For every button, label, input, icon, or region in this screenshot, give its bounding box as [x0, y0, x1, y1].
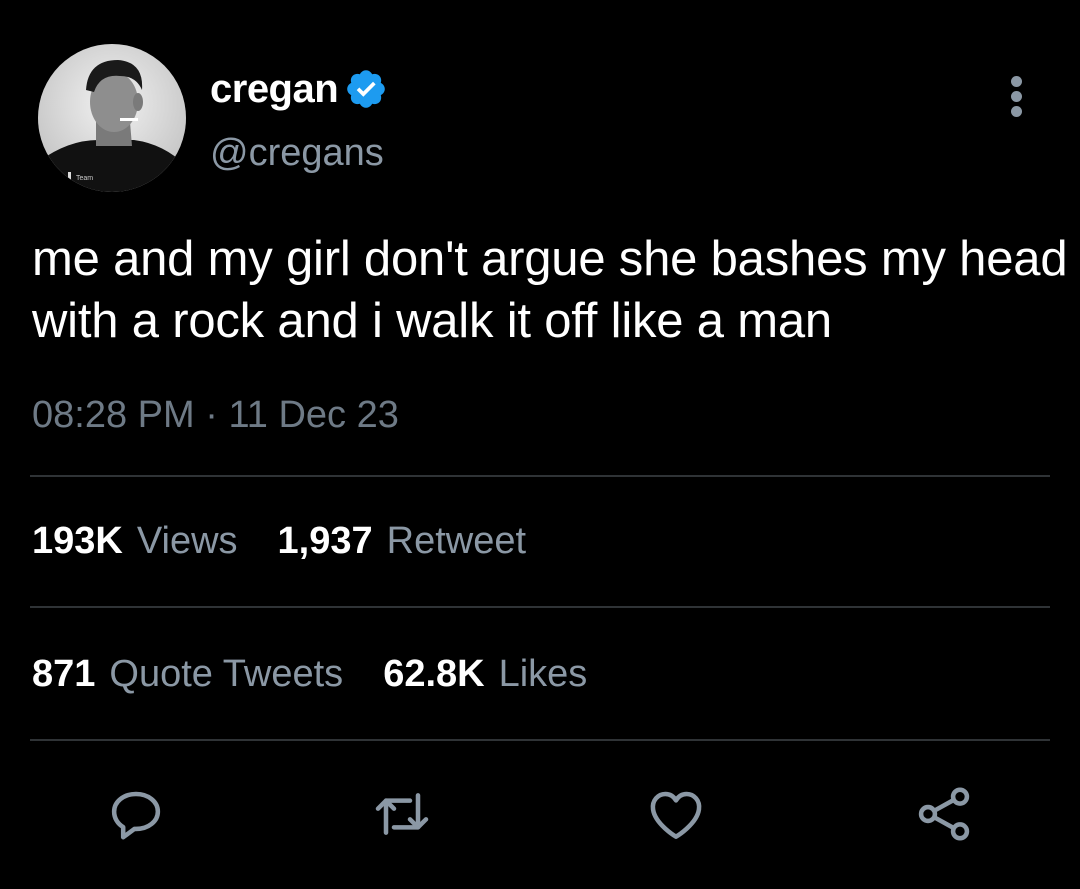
stats-row-quotes-likes: 871 Quote Tweets 62.8K Likes	[32, 653, 627, 696]
likes-count: 62.8K	[383, 653, 485, 695]
share-button[interactable]	[912, 782, 976, 846]
likes-label: Likes	[498, 653, 588, 695]
more-options-button[interactable]	[1004, 76, 1030, 118]
heart-icon	[650, 791, 702, 839]
tweet-text: me and my girl don't argue she bashes my…	[32, 232, 1068, 348]
divider	[30, 606, 1050, 608]
tweet-timestamp[interactable]: 08:28 PM · 11 Dec 23	[32, 394, 399, 437]
verified-badge-icon	[347, 70, 385, 108]
avatar[interactable]: Team	[38, 44, 186, 192]
more-dot-icon	[1011, 106, 1022, 117]
quote-tweets-count: 871	[32, 653, 96, 695]
retweets-stat[interactable]: 1,937 Retweet	[278, 520, 527, 563]
more-dot-icon	[1011, 91, 1022, 102]
author-handle[interactable]: @cregans	[210, 132, 384, 175]
retweet-button[interactable]	[370, 782, 434, 846]
tweet-time: 08:28 PM	[32, 394, 195, 436]
like-button[interactable]	[644, 782, 708, 846]
retweet-arrows-icon	[375, 793, 429, 835]
retweets-label: Retweet	[386, 520, 527, 562]
timestamp-separator: ·	[205, 394, 218, 436]
display-name[interactable]: cregan	[210, 67, 339, 112]
avatar-photo: Team	[38, 44, 186, 192]
stats-row-views-retweets: 193K Views 1,937 Retweet	[32, 520, 566, 563]
more-dot-icon	[1011, 76, 1022, 87]
reply-button[interactable]	[104, 782, 168, 846]
reply-bubble-icon	[111, 791, 161, 840]
author-name-row[interactable]: cregan	[210, 64, 388, 114]
views-count: 193K	[32, 520, 123, 562]
quote-tweets-label: Quote Tweets	[109, 653, 344, 695]
divider	[30, 739, 1050, 741]
retweets-count: 1,937	[277, 520, 373, 562]
views-stat: 193K Views	[32, 520, 238, 563]
share-nodes-icon	[918, 787, 970, 841]
tweet-detail: Team cregan @cregans me and my girl don'…	[0, 0, 1080, 889]
quote-tweets-stat[interactable]: 871 Quote Tweets	[32, 653, 343, 696]
divider	[30, 475, 1050, 477]
likes-stat[interactable]: 62.8K Likes	[383, 653, 587, 696]
avatar-shirt-text: Team	[76, 175, 93, 182]
views-label: Views	[136, 520, 238, 562]
tweet-date: 11 Dec 23	[228, 394, 399, 436]
